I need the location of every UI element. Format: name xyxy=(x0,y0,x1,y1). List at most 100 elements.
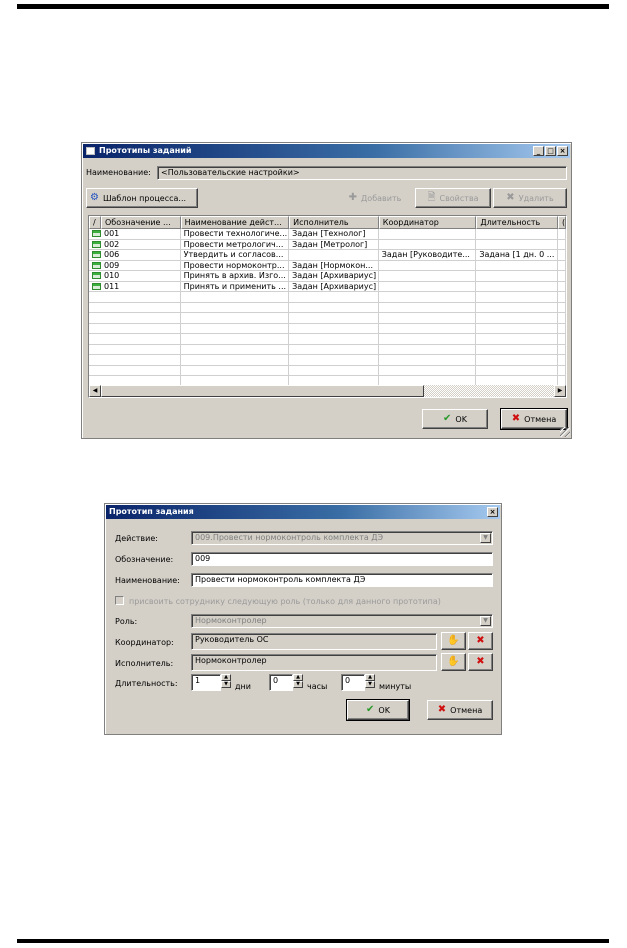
executor-label: Исполнитель: xyxy=(115,659,174,668)
action-cell xyxy=(180,302,290,313)
column-header[interactable]: Обозначение ... xyxy=(100,216,181,229)
coordinator-label: Координатор: xyxy=(115,638,174,647)
dialog-ok-button[interactable]: ✔ OK xyxy=(346,699,410,721)
table-row[interactable] xyxy=(89,292,566,303)
table-row[interactable]: 006 Утвердить и согласов... Задан [Руковод… xyxy=(89,250,566,261)
dur-cell xyxy=(476,355,559,366)
action-cell: Провести технологиче... xyxy=(180,229,290,240)
coord-cell xyxy=(378,302,477,313)
table-row[interactable] xyxy=(89,323,566,334)
extra-cell xyxy=(558,302,566,313)
coord-cell xyxy=(378,229,477,240)
role-combo[interactable]: Нормоконтролер ▼ xyxy=(191,614,493,628)
code-label: Обозначение: xyxy=(115,555,174,564)
table-row-icon xyxy=(92,261,101,269)
ok-check-icon: ✔ xyxy=(443,413,452,424)
table-row[interactable]: 002 Провести метрологич... Задан [Метролог… xyxy=(89,239,566,250)
properties-button[interactable]: 🗎 Свойства xyxy=(415,188,491,208)
table-row-icon xyxy=(92,272,101,279)
resize-grip[interactable] xyxy=(560,427,570,437)
executor-cell: Задан [Архивариус] xyxy=(289,271,379,282)
minutes-field[interactable]: 0 xyxy=(341,674,365,691)
name-label-2: Наименование: xyxy=(115,576,180,585)
table-row[interactable]: 001 Провести технологиче... Задан [Техноло… xyxy=(89,229,566,240)
assign-role-checkbox[interactable] xyxy=(115,596,124,605)
process-template-button[interactable]: ⚙ Шаблон процесса... xyxy=(86,188,198,208)
extra-cell xyxy=(558,281,566,292)
minimize-button[interactable]: _ xyxy=(533,146,544,156)
code-field[interactable]: 009 xyxy=(191,552,493,566)
table-row[interactable] xyxy=(89,313,566,324)
code-cell xyxy=(89,355,181,366)
dur-cell xyxy=(476,313,559,324)
action-value: 009.Провести нормоконтроль комплекта ДЭ xyxy=(195,533,384,542)
hours-field[interactable]: 0 xyxy=(269,674,293,691)
page-top-rule xyxy=(17,4,609,9)
prototypes-window: Прототипы заданий _ □ × Наименование: <П… xyxy=(81,142,572,439)
coord-cell xyxy=(378,260,477,271)
column-header[interactable]: Длительность xyxy=(476,216,558,229)
scroll-thumb[interactable] xyxy=(101,385,424,397)
column-header[interactable]: ( xyxy=(558,216,566,229)
action-combo[interactable]: 009.Провести нормоконтроль комплекта ДЭ … xyxy=(191,531,493,545)
delete-label: Удалить xyxy=(518,193,554,203)
scroll-right-button[interactable]: ▶ xyxy=(554,385,566,397)
maximize-button[interactable]: □ xyxy=(545,146,556,156)
action-cell xyxy=(180,344,290,355)
clear-x-icon: ✖ xyxy=(476,635,485,646)
add-button[interactable]: ✚ Добавить xyxy=(337,188,413,208)
prototype-dialog-titlebar[interactable]: Прототип задания × xyxy=(106,505,500,519)
extra-cell xyxy=(558,260,566,271)
role-label: Роль: xyxy=(115,617,138,626)
table-row[interactable]: 011 Принять и применить ... Задан [Архивар… xyxy=(89,281,566,292)
coord-cell xyxy=(378,323,477,334)
table-row[interactable]: 009 Провести нормоконтр... Задан [Нормокон… xyxy=(89,260,566,271)
table-row[interactable]: 010 Принять в архив. Изго... Задан [Архива… xyxy=(89,271,566,282)
select-executor-button[interactable]: ✋ xyxy=(441,653,466,671)
code-cell xyxy=(89,334,181,345)
cancel-button[interactable]: ✖ Отмена xyxy=(500,408,568,430)
horizontal-scrollbar[interactable]: ◀ ▶ xyxy=(89,385,566,397)
ok-button[interactable]: ✔ OK xyxy=(422,409,488,429)
executor-cell xyxy=(289,355,379,366)
delete-button[interactable]: ✖ Удалить xyxy=(493,188,567,208)
column-header[interactable]: Исполнитель xyxy=(289,216,379,229)
code-cell xyxy=(89,323,181,334)
prototypes-titlebar[interactable]: Прототипы заданий _ □ × xyxy=(83,144,570,158)
dur-cell xyxy=(476,260,559,271)
column-header[interactable]: Наименование дейст... xyxy=(180,216,290,229)
table-row[interactable] xyxy=(89,365,566,376)
clear-executor-button[interactable]: ✖ xyxy=(468,653,493,671)
column-header[interactable]: Координатор xyxy=(378,216,477,229)
table-row[interactable] xyxy=(89,355,566,366)
minutes-spinner[interactable]: ▲ ▼ xyxy=(365,674,375,688)
code-cell: 010 xyxy=(89,271,181,282)
close-button[interactable]: × xyxy=(557,146,568,156)
table-row[interactable] xyxy=(89,344,566,355)
dialog-cancel-label: Отмена xyxy=(450,705,483,715)
select-user-icon: ✋ xyxy=(447,656,460,667)
column-header[interactable]: / xyxy=(89,216,101,229)
name-field-2[interactable]: Провести нормоконтроль комплекта ДЭ xyxy=(191,573,493,587)
clear-coordinator-button[interactable]: ✖ xyxy=(468,632,493,650)
action-cell: Провести метрологич... xyxy=(180,239,290,250)
days-field[interactable]: 1 xyxy=(191,674,221,691)
ok-check-icon: ✔ xyxy=(366,704,375,715)
duration-label: Длительность: xyxy=(115,679,178,688)
table-row[interactable] xyxy=(89,302,566,313)
dur-cell xyxy=(476,302,559,313)
extra-cell xyxy=(558,292,566,303)
dialog-cancel-button[interactable]: ✖ Отмена xyxy=(427,700,493,720)
hours-spinner[interactable]: ▲ ▼ xyxy=(293,674,303,688)
select-coordinator-button[interactable]: ✋ xyxy=(441,632,466,650)
days-spinner[interactable]: ▲ ▼ xyxy=(221,674,231,688)
coordinator-field[interactable]: Руководитель ОС xyxy=(191,633,437,650)
code-text: 009 xyxy=(104,260,120,270)
prototypes-table[interactable]: / Обозначение ... Наименование дейст... … xyxy=(88,215,567,398)
dialog-close-button[interactable]: × xyxy=(487,507,498,517)
table-row[interactable] xyxy=(89,334,566,345)
executor-field[interactable]: Нормоконтролер xyxy=(191,654,437,671)
code-text: 006 xyxy=(104,250,120,259)
name-field[interactable]: <Пользовательские настройки> xyxy=(157,166,567,180)
scroll-left-button[interactable]: ◀ xyxy=(89,385,101,397)
